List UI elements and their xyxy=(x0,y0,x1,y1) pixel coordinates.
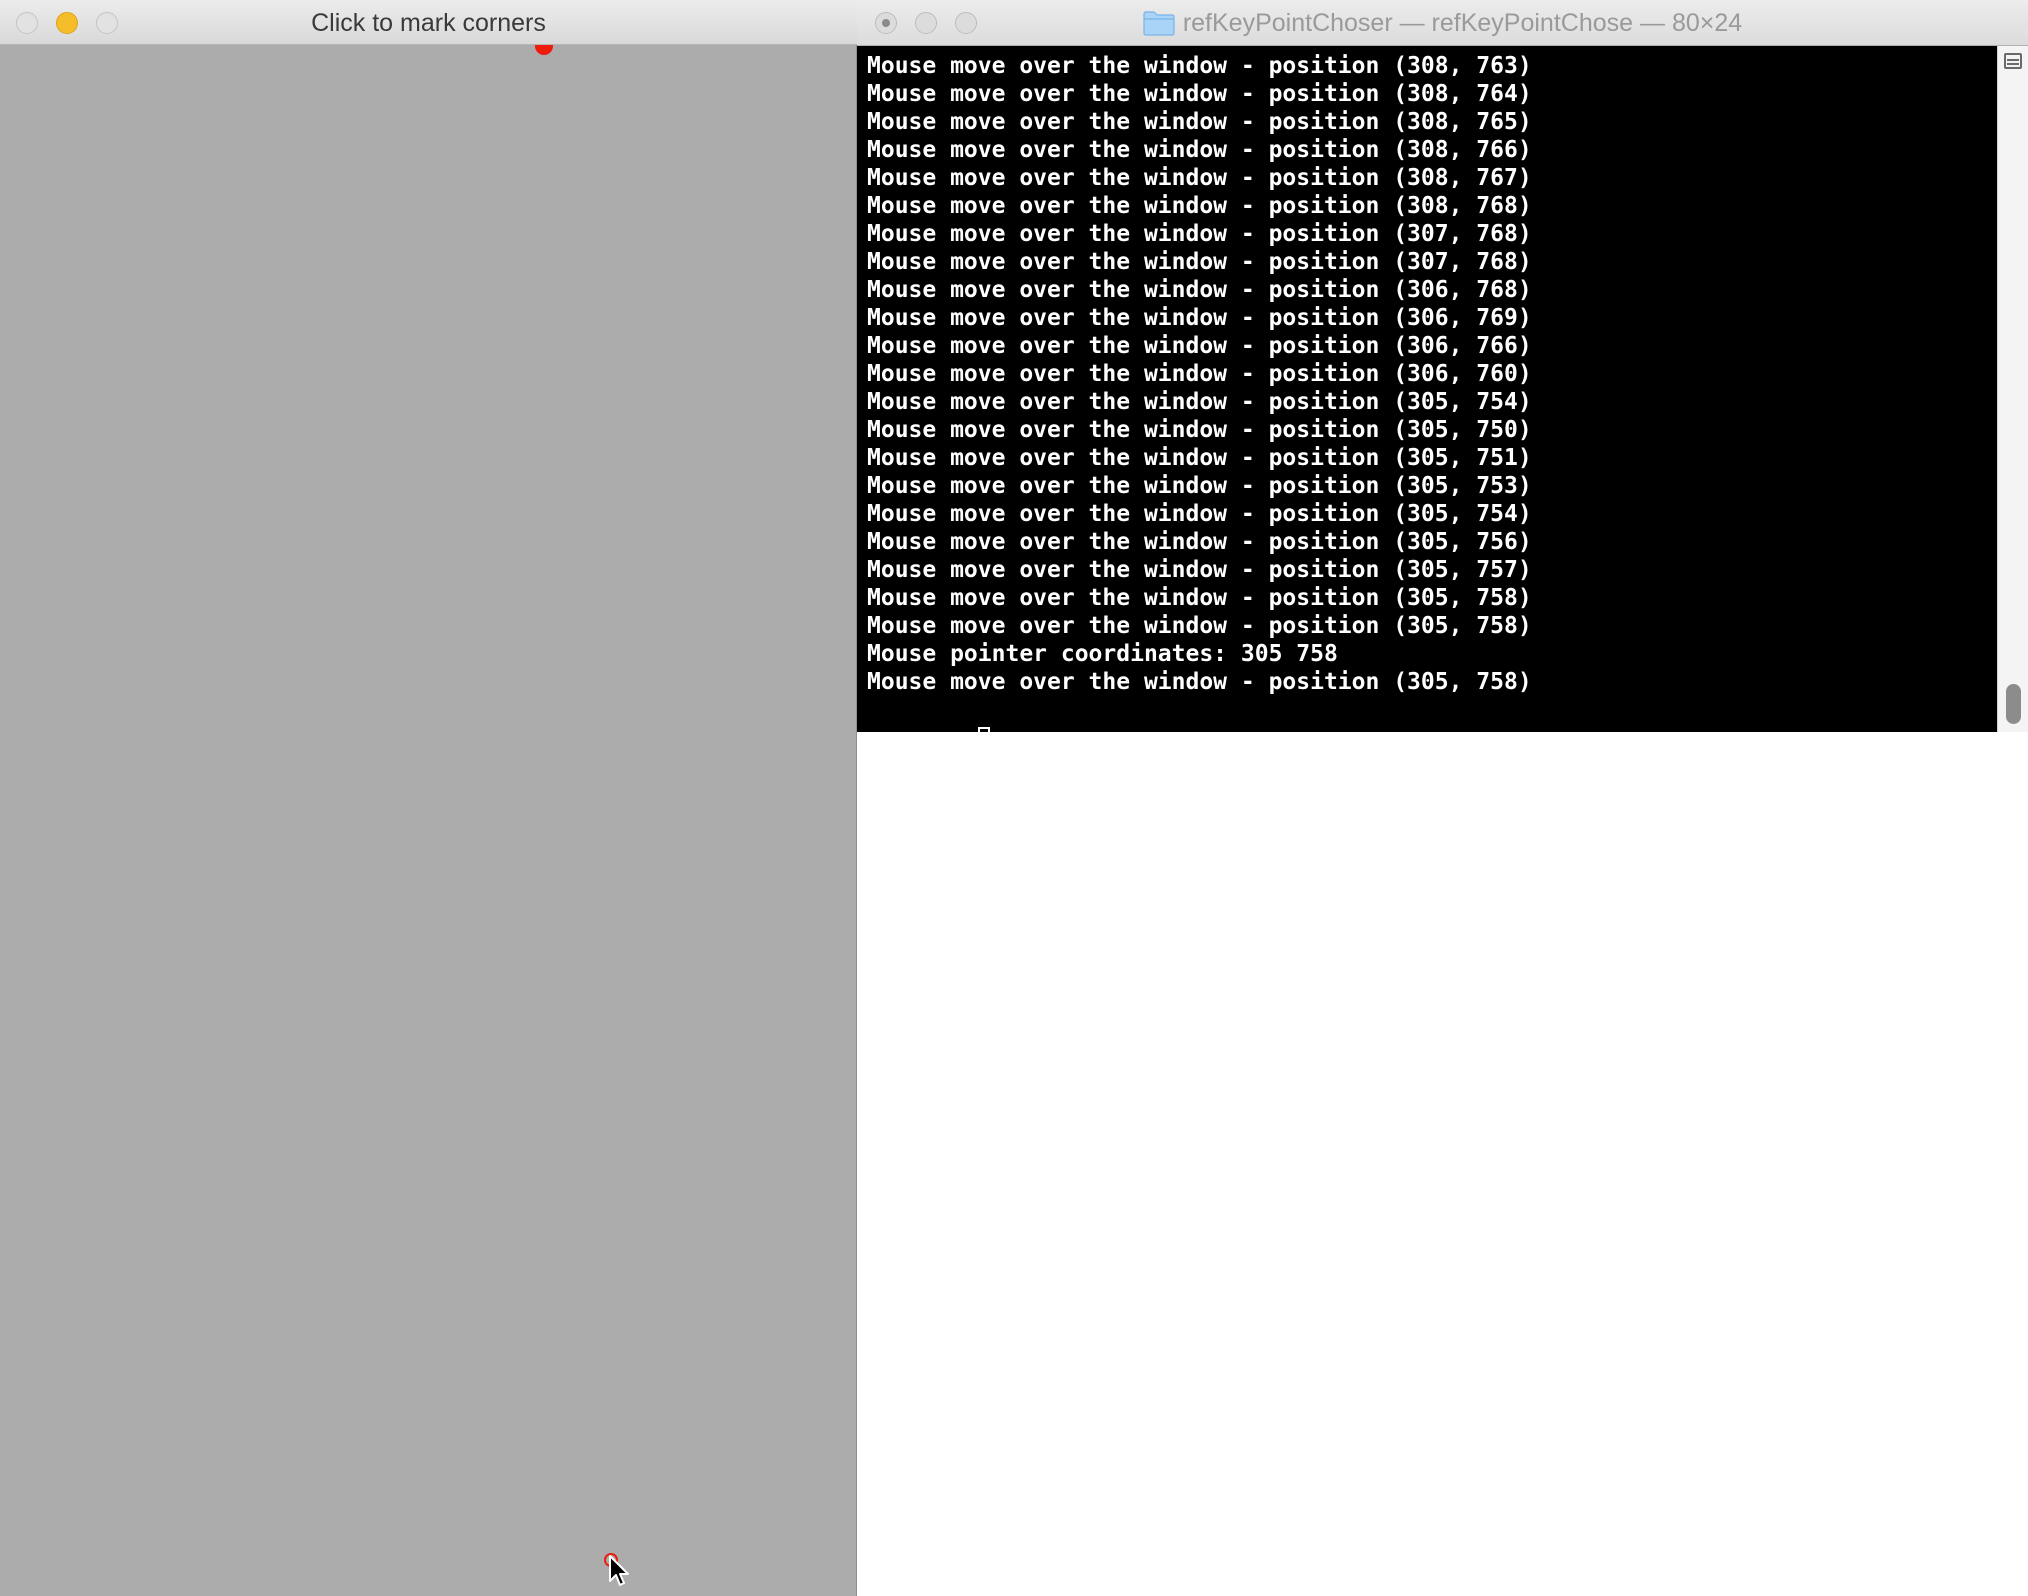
terminal-line: Mouse move over the window - position (3… xyxy=(867,333,1532,359)
terminal-window[interactable]: refKeyPointChoser — refKeyPointChose — 8… xyxy=(857,0,2028,732)
terminal-title-group: refKeyPointChoser — refKeyPointChose — 8… xyxy=(857,0,2028,46)
terminal-line: Mouse move over the window - position (3… xyxy=(867,585,1532,611)
corner-marker xyxy=(535,45,553,55)
terminal-line: Mouse move over the window - position (3… xyxy=(867,249,1532,275)
desktop: Click to mark corners refKeyPointChoser … xyxy=(0,0,2028,1596)
terminal-line: Mouse pointer coordinates: 305 758 xyxy=(867,641,1338,667)
terminal-cursor xyxy=(977,727,990,732)
terminal-line: Mouse move over the window - position (3… xyxy=(867,389,1532,415)
terminal-titlebar[interactable]: refKeyPointChoser — refKeyPointChose — 8… xyxy=(857,0,2028,46)
terminal-line: Mouse move over the window - position (3… xyxy=(867,501,1532,527)
terminal-title: refKeyPointChoser — refKeyPointChose — 8… xyxy=(1182,8,1743,37)
terminal-line: Mouse move over the window - position (3… xyxy=(867,305,1532,331)
image-window-titlebar[interactable]: Click to mark corners xyxy=(0,0,857,45)
terminal-line: Mouse move over the window - position (3… xyxy=(867,529,1532,555)
terminal-line: Mouse move over the window - position (3… xyxy=(867,445,1532,471)
image-window[interactable]: Click to mark corners xyxy=(0,0,857,1596)
terminal-line: Mouse move over the window - position (3… xyxy=(867,473,1532,499)
terminal-line: Mouse move over the window - position (3… xyxy=(867,137,1532,163)
terminal-line: Mouse move over the window - position (3… xyxy=(867,165,1532,191)
split-pane-icon[interactable] xyxy=(2004,53,2022,69)
terminal-line: Mouse move over the window - position (3… xyxy=(867,557,1532,583)
terminal-line: Mouse move over the window - position (3… xyxy=(867,361,1532,387)
terminal-prompt-line[interactable] xyxy=(867,696,1997,732)
image-canvas[interactable] xyxy=(0,45,856,1596)
terminal-line: Mouse move over the window - position (3… xyxy=(867,193,1532,219)
terminal-line: Mouse move over the window - position (3… xyxy=(867,221,1532,247)
terminal-scrollbar[interactable] xyxy=(1997,46,2028,732)
terminal-line: Mouse move over the window - position (3… xyxy=(867,613,1532,639)
terminal-line: Mouse move over the window - position (3… xyxy=(867,669,1532,695)
scrollbar-thumb[interactable] xyxy=(2006,684,2021,724)
terminal-line: Mouse move over the window - position (3… xyxy=(867,277,1532,303)
terminal-line: Mouse move over the window - position (3… xyxy=(867,417,1532,443)
terminal-output[interactable]: Mouse move over the window - position (3… xyxy=(857,46,1997,732)
terminal-line: Mouse move over the window - position (3… xyxy=(867,53,1532,79)
mouse-pointer-icon xyxy=(609,1555,629,1586)
terminal-line: Mouse move over the window - position (3… xyxy=(867,109,1532,135)
terminal-line: Mouse move over the window - position (3… xyxy=(867,81,1532,107)
folder-icon xyxy=(1143,11,1175,36)
image-window-title: Click to mark corners xyxy=(311,9,546,37)
